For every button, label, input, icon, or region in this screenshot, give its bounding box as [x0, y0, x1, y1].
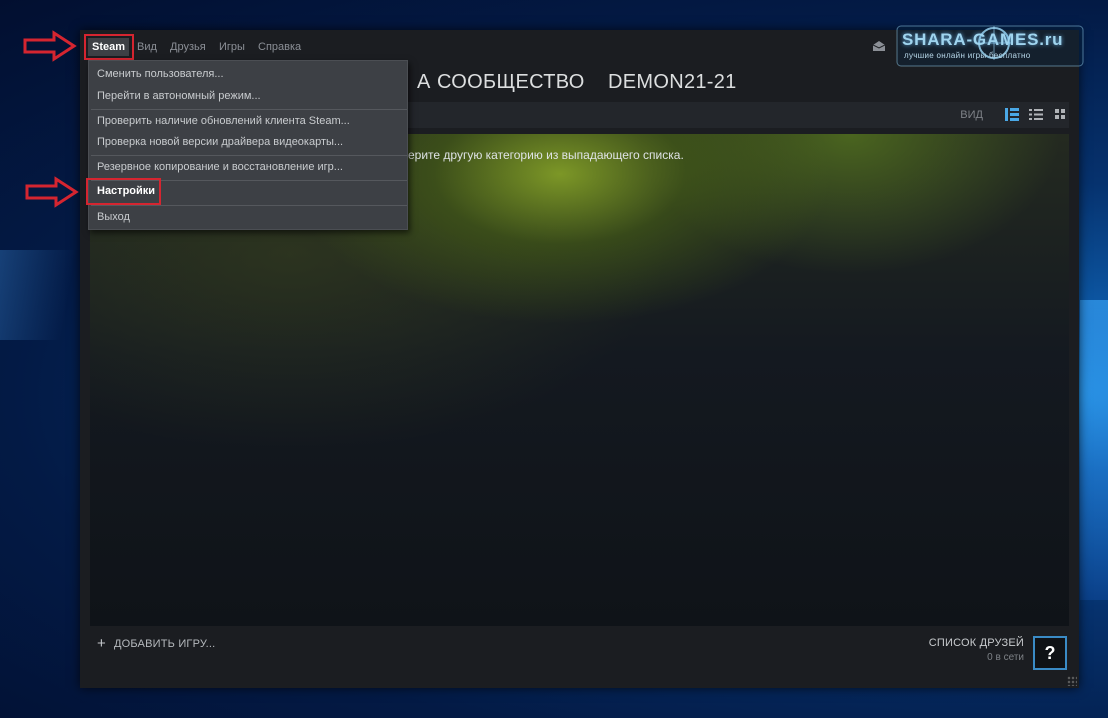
red-arrow-icon [23, 30, 77, 62]
empty-category-message: ерите другую категорию из выпадающего сп… [408, 148, 684, 162]
menu-item-offline-mode[interactable]: Перейти в автономный режим... [97, 87, 261, 105]
resize-grip-icon[interactable] [1067, 676, 1077, 686]
menu-item-check-driver[interactable]: Проверка новой версии драйвера видеокарт… [97, 133, 343, 151]
menu-games[interactable]: Игры [219, 39, 245, 55]
friends-online-count: 0 в сети [987, 652, 1024, 663]
menu-friends[interactable]: Друзья [170, 39, 206, 55]
add-game-label: ДОБАВИТЬ ИГРУ... [113, 638, 216, 650]
nav-tab-community[interactable]: СООБЩЕСТВО [437, 71, 585, 94]
watermark-title: SHARA-GAMES.ru [902, 30, 1064, 49]
add-game-button[interactable]: + ДОБАВИТЬ ИГРУ... [97, 635, 215, 652]
view-detail-icon[interactable] [1005, 108, 1019, 121]
view-label: ВИД [960, 109, 983, 121]
nav-tab-library-partial[interactable]: А [417, 71, 431, 94]
menu-item-exit[interactable]: Выход [97, 208, 130, 226]
view-list-icon[interactable] [1029, 108, 1043, 121]
menu-separator [91, 155, 407, 156]
menu-item-backup-restore[interactable]: Резервное копирование и восстановление и… [97, 158, 343, 176]
highlight-settings-box [86, 178, 161, 205]
nav-tab-username[interactable]: DEMON21-21 [608, 71, 737, 94]
menu-item-check-updates[interactable]: Проверить наличие обновлений клиента Ste… [97, 112, 350, 130]
watermark-subtitle: лучшие онлайн игры бесплатно [904, 51, 1031, 60]
menu-item-change-user[interactable]: Сменить пользователя... [97, 65, 224, 83]
bottom-bar: + ДОБАВИТЬ ИГРУ... СПИСОК ДРУЗЕЙ 0 в сети… [80, 626, 1079, 688]
menu-separator [91, 205, 407, 206]
mail-icon[interactable] [873, 41, 885, 51]
menu-view[interactable]: Вид [137, 39, 157, 55]
help-button[interactable]: ? [1033, 636, 1067, 670]
plus-icon: + [97, 635, 106, 652]
friends-list-button[interactable]: СПИСОК ДРУЗЕЙ [929, 637, 1024, 649]
menu-help[interactable]: Справка [258, 39, 301, 55]
view-grid-icon[interactable] [1053, 108, 1067, 121]
highlight-steam-box [84, 34, 134, 60]
desktop-light-streak [0, 250, 80, 340]
red-arrow-icon [25, 176, 79, 208]
menu-separator [91, 109, 407, 110]
watermark-logo: SHARA-GAMES.ru лучшие онлайн игры беспла… [896, 24, 1086, 70]
desktop-light-streak [1080, 300, 1108, 600]
